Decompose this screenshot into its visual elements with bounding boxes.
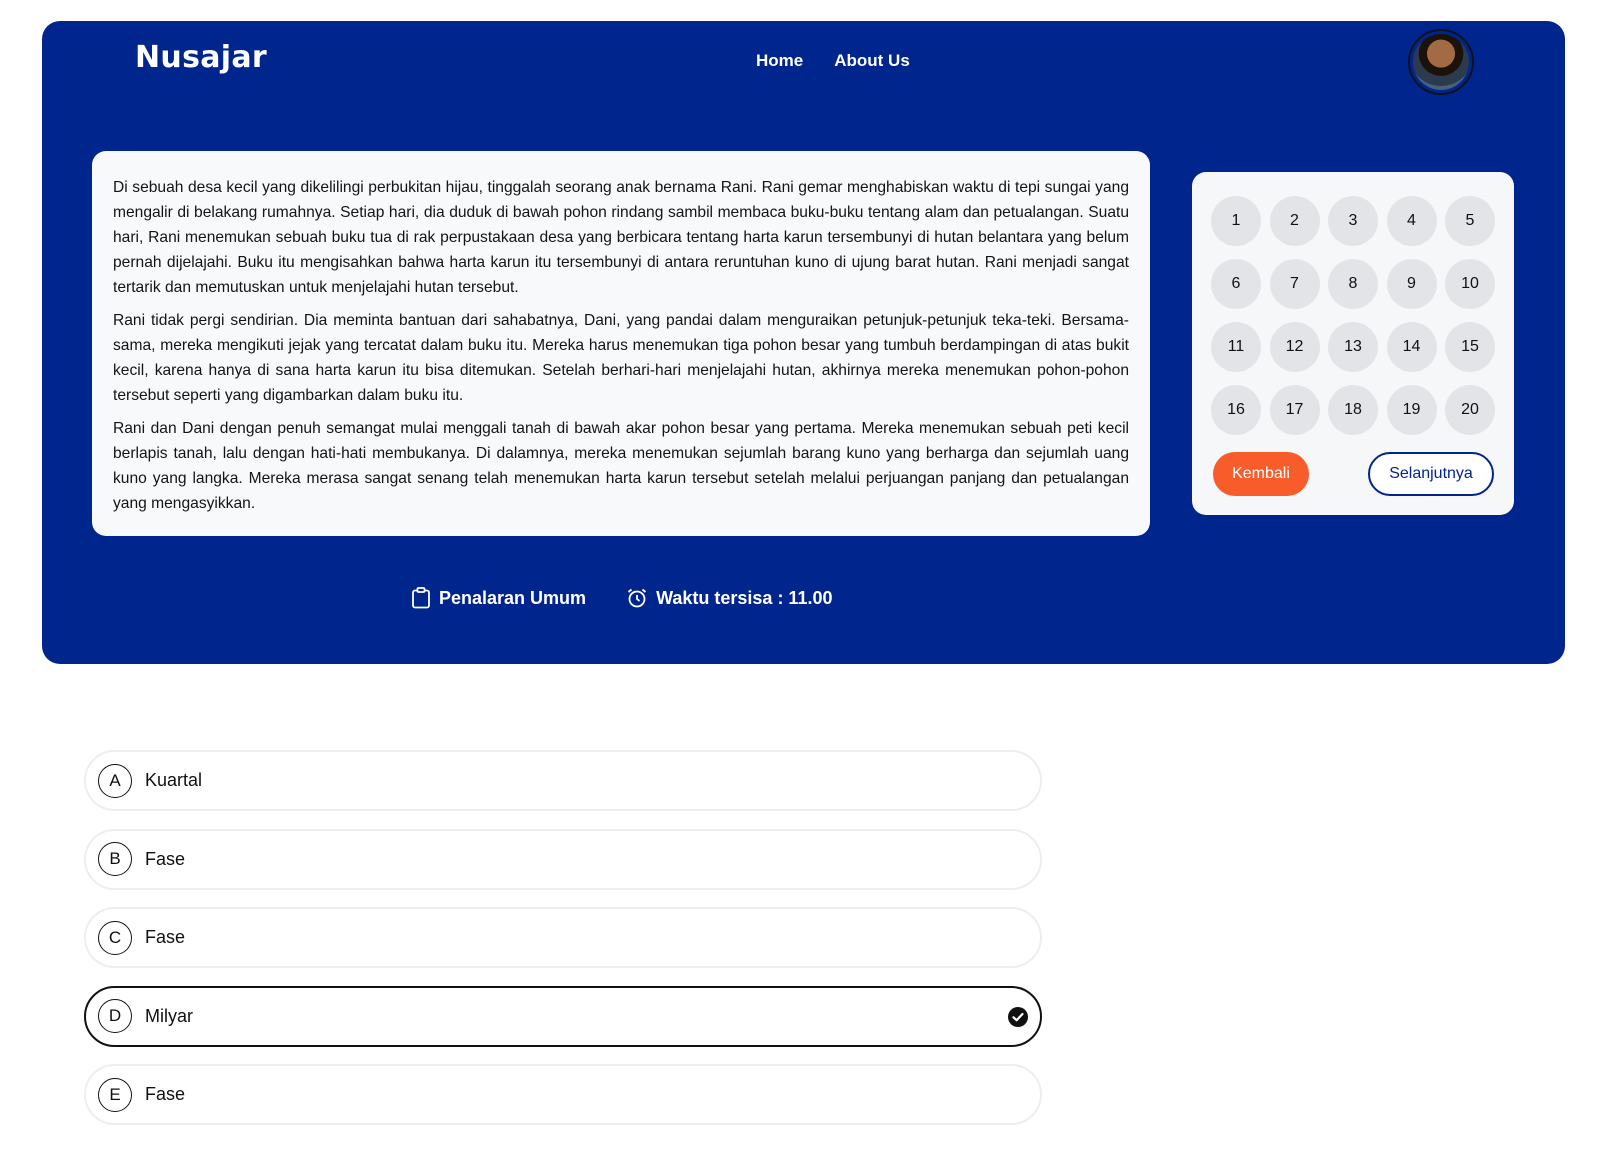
- question-number-button[interactable]: 12: [1269, 322, 1320, 372]
- question-number-button[interactable]: 1: [1211, 196, 1261, 246]
- question-number-button[interactable]: 16: [1211, 385, 1261, 435]
- question-number-button[interactable]: 17: [1269, 385, 1320, 435]
- option-label: Milyar: [145, 1005, 193, 1026]
- answer-options: A Kuartal B Fase C Fase D Milyar E Fase: [84, 750, 1042, 1143]
- question-number-button[interactable]: 11: [1211, 322, 1261, 372]
- user-avatar[interactable]: [1408, 29, 1474, 95]
- question-number-button[interactable]: 19: [1386, 385, 1437, 435]
- option-label: Fase: [145, 927, 186, 947]
- timer-label: Waktu tersisa : 11.00: [656, 587, 833, 608]
- answer-option[interactable]: E Fase: [84, 1064, 1042, 1125]
- option-label: Fase: [145, 848, 186, 869]
- main-nav: Home About Us: [756, 51, 910, 71]
- question-number-button[interactable]: 4: [1386, 196, 1437, 246]
- passage-paragraph: Rani tidak pergi sendirian. Dia meminta …: [113, 312, 1129, 404]
- answer-option[interactable]: B Fase: [84, 828, 1042, 890]
- passage-paragraph: Rani dan Dani dengan penuh semangat mula…: [113, 420, 1129, 512]
- answer-option[interactable]: C Fase: [84, 907, 1042, 968]
- passage-paragraph: Di sebuah desa kecil yang dikelilingi pe…: [113, 179, 1129, 296]
- option-letter: C: [98, 920, 132, 955]
- option-label: Fase: [145, 1084, 186, 1104]
- question-number-button[interactable]: 13: [1328, 322, 1378, 372]
- question-number-button[interactable]: 6: [1211, 259, 1261, 309]
- question-number-button[interactable]: 8: [1328, 259, 1378, 309]
- question-number-button[interactable]: 5: [1445, 196, 1495, 246]
- question-number-button[interactable]: 3: [1328, 196, 1378, 246]
- avatar-image: [1413, 34, 1469, 90]
- question-navigator: 1 2 3 4 5 6 7 8 9 10 11 12 13 14 15 16 1…: [1192, 172, 1514, 515]
- alarm-clock-icon: [626, 587, 648, 609]
- navigator-actions: Kembali Selanjutnya: [1211, 452, 1496, 496]
- nav-home-link[interactable]: Home: [756, 51, 803, 71]
- question-number-button[interactable]: 14: [1386, 322, 1437, 372]
- next-button[interactable]: Selanjutnya: [1368, 452, 1494, 496]
- reading-passage: Di sebuah desa kecil yang dikelilingi pe…: [92, 151, 1150, 536]
- answer-option-selected[interactable]: D Milyar: [84, 985, 1042, 1047]
- question-number-button[interactable]: 7: [1269, 259, 1320, 309]
- brand-logo[interactable]: Nusajar: [135, 40, 267, 75]
- option-letter: E: [98, 1077, 132, 1112]
- answer-option[interactable]: A Kuartal: [84, 750, 1042, 811]
- question-number-button[interactable]: 9: [1386, 259, 1437, 309]
- exam-info-bar: Penalaran Umum Waktu tersisa : 11.00: [411, 587, 833, 609]
- question-number-button[interactable]: 18: [1328, 385, 1378, 435]
- hero-panel: Nusajar Home About Us Di sebuah desa kec…: [42, 21, 1565, 664]
- nav-about-link[interactable]: About Us: [834, 51, 910, 71]
- timer-info: Waktu tersisa : 11.00: [626, 587, 833, 609]
- question-number-button[interactable]: 10: [1445, 259, 1495, 309]
- option-letter: B: [98, 842, 132, 876]
- option-letter: A: [98, 763, 132, 798]
- category-label: Penalaran Umum: [439, 587, 587, 608]
- back-button[interactable]: Kembali: [1213, 452, 1309, 496]
- question-number-button[interactable]: 2: [1269, 196, 1320, 246]
- option-letter: D: [98, 999, 132, 1033]
- option-label: Kuartal: [145, 770, 203, 790]
- question-number-grid: 1 2 3 4 5 6 7 8 9 10 11 12 13 14 15 16 1…: [1211, 196, 1496, 435]
- question-number-button[interactable]: 20: [1445, 385, 1495, 435]
- check-circle-icon: [1008, 1006, 1028, 1027]
- question-number-button[interactable]: 15: [1445, 322, 1495, 372]
- category-info: Penalaran Umum: [411, 587, 586, 609]
- clipboard-icon: [411, 587, 431, 609]
